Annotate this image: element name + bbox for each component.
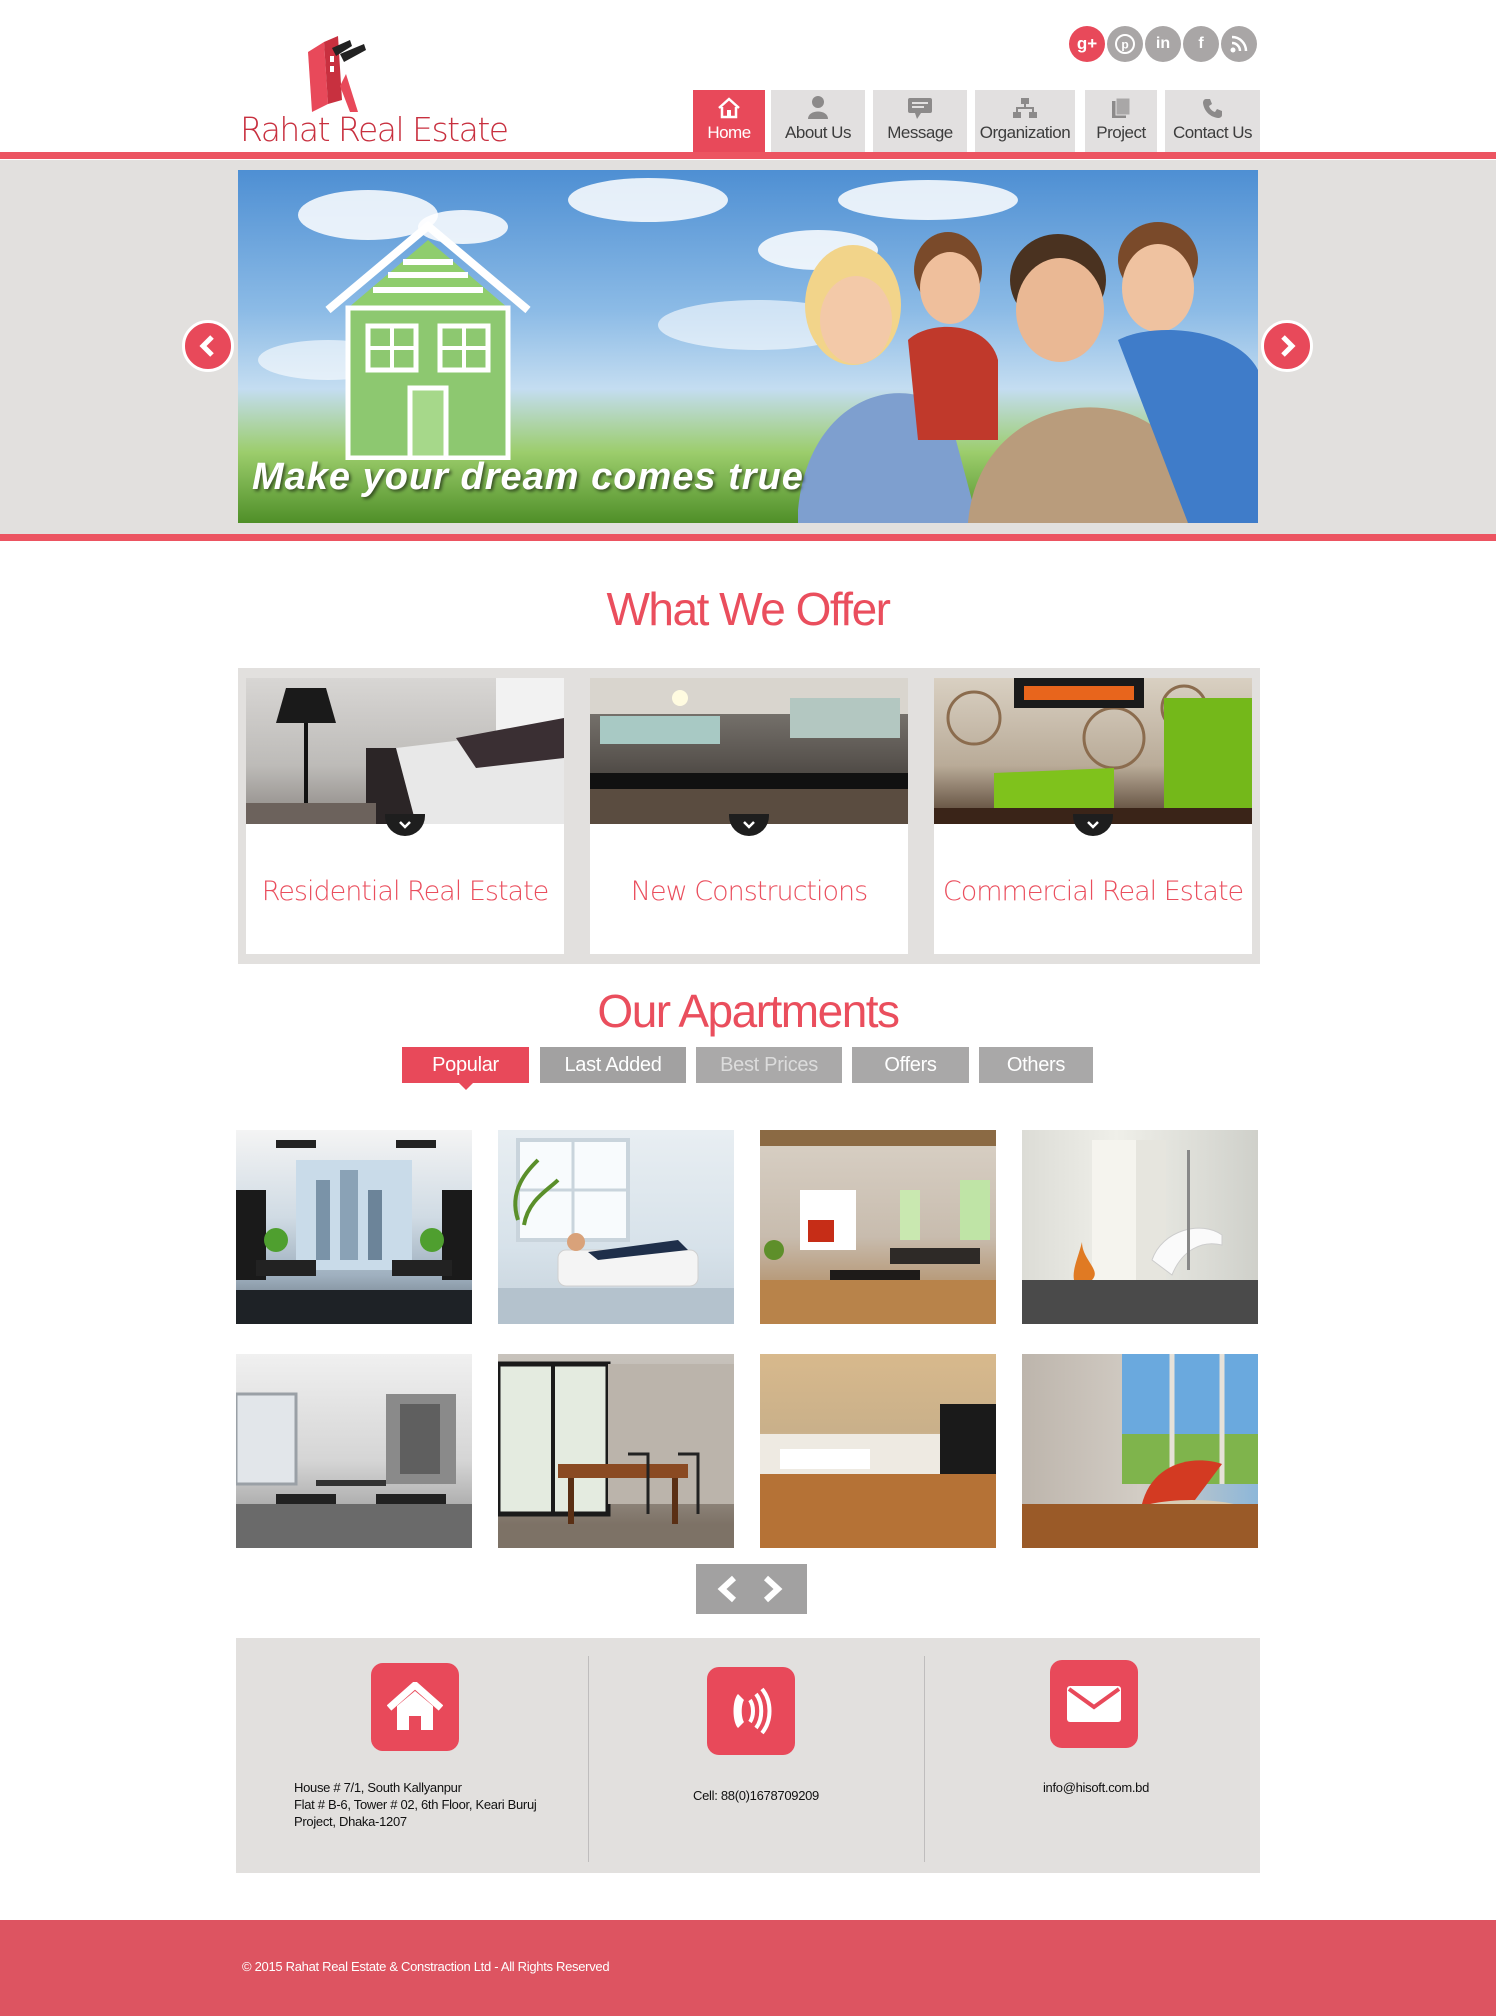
gallery-next-button[interactable] xyxy=(758,1575,788,1603)
offer-card-commercial[interactable]: Commercial Real Estate xyxy=(934,678,1252,954)
slider-prev-button[interactable] xyxy=(182,320,234,372)
banner-caption: Make your dream comes true xyxy=(252,456,804,498)
family-photo xyxy=(798,222,1258,523)
nav-project-label: Project xyxy=(1096,123,1146,142)
tab-label: Popular xyxy=(432,1053,499,1076)
nav-about-us[interactable]: About Us xyxy=(771,90,865,152)
tab-popular[interactable]: Popular xyxy=(402,1047,529,1083)
organization-icon xyxy=(1013,98,1037,118)
apartment-photo[interactable] xyxy=(760,1354,996,1548)
tab-label: Best Prices xyxy=(720,1053,818,1076)
apartment-photo[interactable] xyxy=(1022,1130,1258,1324)
offer-title: What We Offer xyxy=(606,583,891,635)
expand-offer-button[interactable] xyxy=(1073,814,1113,836)
contact-divider xyxy=(588,1656,589,1862)
apartment-photo[interactable] xyxy=(760,1130,996,1324)
nav-organization[interactable]: Organization xyxy=(975,90,1075,152)
gallery-prev-button[interactable] xyxy=(712,1575,742,1603)
kitchen-image xyxy=(590,678,908,824)
svg-text:p: p xyxy=(1121,38,1128,52)
chevron-right-icon xyxy=(1281,335,1296,357)
nav-message[interactable]: Message xyxy=(873,90,967,152)
message-icon xyxy=(908,98,932,119)
active-tab-pointer xyxy=(458,1082,474,1090)
nav-message-label: Message xyxy=(887,123,953,142)
phone-icon xyxy=(733,1687,772,1735)
google-plus-icon[interactable]: g+ xyxy=(1069,26,1105,62)
tab-best-prices[interactable]: Best Prices xyxy=(696,1047,842,1083)
offer-caption: Residential Real Estate xyxy=(261,876,550,907)
nav-organization-label: Organization xyxy=(979,123,1071,142)
address-line: Project, Dhaka-1207 xyxy=(294,1814,407,1829)
site-name: Rahat Real Estate xyxy=(240,110,509,149)
offer-caption: New Constructions xyxy=(630,876,868,907)
nav-home[interactable]: Home xyxy=(693,90,765,152)
user-icon xyxy=(808,96,828,119)
address-icon xyxy=(371,1663,459,1751)
lounge-image xyxy=(934,678,1252,824)
envelope-icon xyxy=(1067,1686,1121,1722)
tab-label: Offers xyxy=(884,1053,937,1076)
slider-divider xyxy=(0,534,1496,541)
chevron-down-icon xyxy=(399,821,411,829)
chevron-down-icon xyxy=(743,821,755,829)
gallery-pager xyxy=(696,1564,807,1614)
apartment-photo[interactable] xyxy=(236,1354,472,1548)
facebook-icon[interactable]: f xyxy=(1183,26,1219,62)
phone-call-icon xyxy=(707,1667,795,1755)
contact-email[interactable]: info@hisoft.com.bd xyxy=(924,1779,1268,1796)
apartment-photo[interactable] xyxy=(236,1130,472,1324)
building-logo-icon xyxy=(308,36,366,112)
nav-contact-us[interactable]: Contact Us xyxy=(1165,90,1260,152)
offer-cards: Residential Real Estate New Construction… xyxy=(238,668,1260,964)
apartment-photo[interactable] xyxy=(1022,1354,1258,1548)
bedroom-image xyxy=(246,678,564,824)
address-line: Flat # B-6, Tower # 02, 6th Floor, Keari… xyxy=(294,1797,537,1812)
contact-divider xyxy=(924,1656,925,1862)
slider-next-button[interactable] xyxy=(1261,320,1313,372)
tab-offers[interactable]: Offers xyxy=(852,1047,969,1083)
nav-home-label: Home xyxy=(707,123,751,142)
apartment-photo[interactable] xyxy=(498,1130,734,1324)
nav-about-us-label: About Us xyxy=(785,123,851,142)
project-icon xyxy=(1112,97,1131,118)
chevron-down-icon xyxy=(1087,821,1099,829)
offer-card-residential[interactable]: Residential Real Estate xyxy=(246,678,564,954)
hero-banner-image: Make your dream comes true xyxy=(238,170,1258,523)
contact-address: House # 7/1, South Kallyanpur Flat # B-6… xyxy=(294,1779,584,1830)
rss-icon[interactable] xyxy=(1221,26,1257,62)
copyright-text: © 2015 Rahat Real Estate & Constraction … xyxy=(242,1959,610,1974)
chevron-left-icon xyxy=(199,335,214,357)
address-line: House # 7/1, South Kallyanpur xyxy=(294,1780,462,1795)
apartments-title: Our Apartments xyxy=(597,985,900,1037)
offer-card-new-constructions[interactable]: New Constructions xyxy=(590,678,908,954)
tab-label: Last Added xyxy=(564,1053,662,1076)
email-icon xyxy=(1050,1660,1138,1748)
site-logo[interactable]: Rahat Real Estate xyxy=(240,34,509,154)
expand-offer-button[interactable] xyxy=(729,814,769,836)
tab-last-added[interactable]: Last Added xyxy=(540,1047,686,1083)
phone-icon xyxy=(1202,99,1222,118)
apartment-photo[interactable] xyxy=(498,1354,734,1548)
site-footer xyxy=(0,1920,1496,2016)
tab-label: Others xyxy=(1006,1053,1066,1076)
home-icon xyxy=(718,97,740,119)
header-divider xyxy=(0,152,1496,159)
expand-offer-button[interactable] xyxy=(385,814,425,836)
nav-contact-us-label: Contact Us xyxy=(1172,123,1253,142)
linkedin-icon[interactable]: in xyxy=(1145,26,1181,62)
pinterest-icon[interactable]: p xyxy=(1107,26,1143,62)
home-icon xyxy=(387,1682,443,1730)
offer-caption: Commercial Real Estate xyxy=(942,876,1244,907)
site-header: Rahat Real Estate g+ p in f Home About U… xyxy=(0,0,1496,156)
nav-project[interactable]: Project xyxy=(1085,90,1157,152)
contact-phone: Cell: 88(0)1678709209 xyxy=(693,1788,819,1803)
green-house-illustration xyxy=(325,220,531,460)
tab-others[interactable]: Others xyxy=(979,1047,1093,1083)
